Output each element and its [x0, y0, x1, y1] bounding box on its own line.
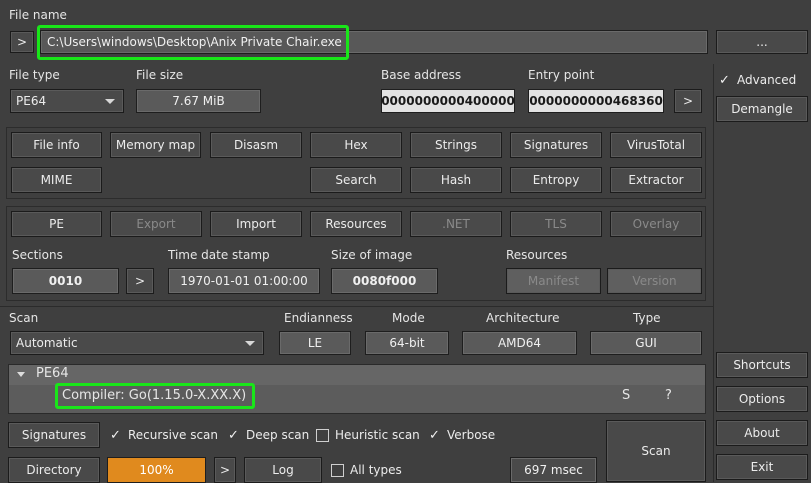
scan-time-field: 697 msec [510, 457, 597, 483]
sections-label: Sections [12, 248, 63, 262]
browse-button[interactable]: ... [716, 30, 808, 54]
overlay-button[interactable]: Overlay [610, 211, 702, 237]
architecture-field: AMD64 [462, 331, 577, 355]
deep-scan-checkbox[interactable]: ✓ Deep scan [227, 428, 309, 442]
progress-text: 100% [139, 463, 174, 477]
shortcuts-button[interactable]: Shortcuts [716, 352, 808, 378]
scan-label: Scan [9, 311, 39, 325]
version-button[interactable]: Version [607, 268, 702, 294]
chevron-down-icon [105, 99, 115, 104]
file-size-field: 7.67 MiB [136, 89, 261, 113]
signature-s-button[interactable]: S [622, 388, 630, 403]
checkmark-icon: ✓ [429, 427, 440, 443]
hash-button[interactable]: Hash [410, 167, 502, 193]
sections-go-button[interactable]: > [126, 268, 154, 294]
heuristic-scan-label: Heuristic scan [335, 428, 420, 442]
file-type-value: PE64 [16, 94, 47, 108]
memory-map-button[interactable]: Memory map [110, 132, 201, 158]
scan-button[interactable]: Scan [606, 420, 706, 482]
checkmark-icon: ✓ [110, 427, 121, 443]
entry-point-field[interactable]: 0000000000468360 [528, 89, 664, 113]
endianness-label: Endianness [284, 311, 353, 325]
tls-button[interactable]: TLS [510, 211, 602, 237]
unchecked-box-icon [316, 428, 329, 442]
deep-scan-label: Deep scan [246, 428, 310, 442]
heuristic-scan-checkbox[interactable]: Heuristic scan [316, 428, 420, 442]
virustotal-button[interactable]: VirusTotal [610, 132, 702, 158]
mode-label: Mode [392, 311, 425, 325]
signature-info-button[interactable]: ? [665, 388, 672, 403]
strings-button[interactable]: Strings [410, 132, 502, 158]
chevron-down-icon [245, 341, 255, 346]
advanced-checkbox[interactable]: ✓ Advanced [718, 73, 796, 87]
directory-button[interactable]: Directory [8, 457, 100, 483]
results-header-bar [9, 365, 705, 385]
compiler-highlight [55, 383, 255, 409]
export-button[interactable]: Export [110, 211, 202, 237]
mime-button[interactable]: MIME [11, 167, 102, 193]
scan-divider [0, 306, 713, 307]
net-button[interactable]: .NET [410, 211, 502, 237]
verbose-label: Verbose [447, 428, 496, 442]
scan-mode-value: Automatic [16, 336, 78, 350]
extractor-button[interactable]: Extractor [610, 167, 702, 193]
base-address-field[interactable]: 0000000000400000 [381, 89, 515, 113]
file-type-select[interactable]: PE64 [10, 89, 124, 113]
search-button[interactable]: Search [310, 167, 402, 193]
file-expand-button[interactable]: > [10, 31, 34, 53]
file-name-label: File name [9, 8, 67, 22]
entropy-button[interactable]: Entropy [510, 167, 602, 193]
recursive-scan-label: Recursive scan [128, 428, 219, 442]
time-date-stamp-field: 1970-01-01 01:00:00 [168, 268, 320, 294]
sections-field: 0010 [12, 268, 119, 294]
file-type-label: File type [9, 68, 60, 82]
base-address-label: Base address [381, 68, 462, 82]
verbose-checkbox[interactable]: ✓ Verbose [428, 428, 495, 442]
hex-button[interactable]: Hex [310, 132, 402, 158]
directory-go-button[interactable]: > [214, 457, 236, 483]
advanced-label: Advanced [737, 73, 797, 87]
entry-point-label: Entry point [528, 68, 595, 82]
file-size-label: File size [136, 68, 184, 82]
log-button[interactable]: Log [244, 457, 322, 483]
type-label: Type [633, 311, 661, 325]
manifest-button[interactable]: Manifest [506, 268, 601, 294]
endianness-field: LE [279, 331, 351, 355]
progress-bar: 100% [107, 457, 206, 483]
checkmark-icon: ✓ [719, 72, 730, 88]
exit-button[interactable]: Exit [716, 454, 808, 480]
file-info-button[interactable]: File info [11, 132, 102, 158]
resources-button[interactable]: Resources [310, 211, 402, 237]
architecture-label: Architecture [486, 311, 560, 325]
signatures-button[interactable]: Signatures [8, 422, 100, 448]
pe-button[interactable]: PE [11, 211, 102, 237]
all-types-label: All types [350, 463, 402, 477]
entry-point-go-button[interactable]: > [674, 89, 702, 113]
disasm-button[interactable]: Disasm [210, 132, 302, 158]
unchecked-box-icon [331, 463, 344, 477]
scan-mode-select[interactable]: Automatic [10, 331, 264, 355]
demangle-button[interactable]: Demangle [716, 96, 808, 122]
about-button[interactable]: About [716, 420, 808, 446]
options-button[interactable]: Options [716, 386, 808, 412]
type-field: GUI [590, 331, 702, 355]
signatures-tool-button[interactable]: Signatures [510, 132, 602, 158]
size-of-image-label: Size of image [331, 248, 413, 262]
mode-field: 64-bit [365, 331, 449, 355]
recursive-scan-checkbox[interactable]: ✓ Recursive scan [109, 428, 218, 442]
results-file-type: PE64 [36, 366, 69, 381]
right-panel-divider [713, 64, 714, 482]
file-path-highlight [37, 25, 349, 60]
resources-info-label: Resources [506, 248, 568, 262]
checkmark-icon: ✓ [228, 427, 239, 443]
size-of-image-field: 0080f000 [331, 268, 438, 294]
all-types-checkbox[interactable]: All types [331, 463, 402, 477]
expand-arrow-icon[interactable] [17, 372, 25, 377]
import-button[interactable]: Import [210, 211, 302, 237]
time-date-stamp-label: Time date stamp [168, 248, 270, 262]
